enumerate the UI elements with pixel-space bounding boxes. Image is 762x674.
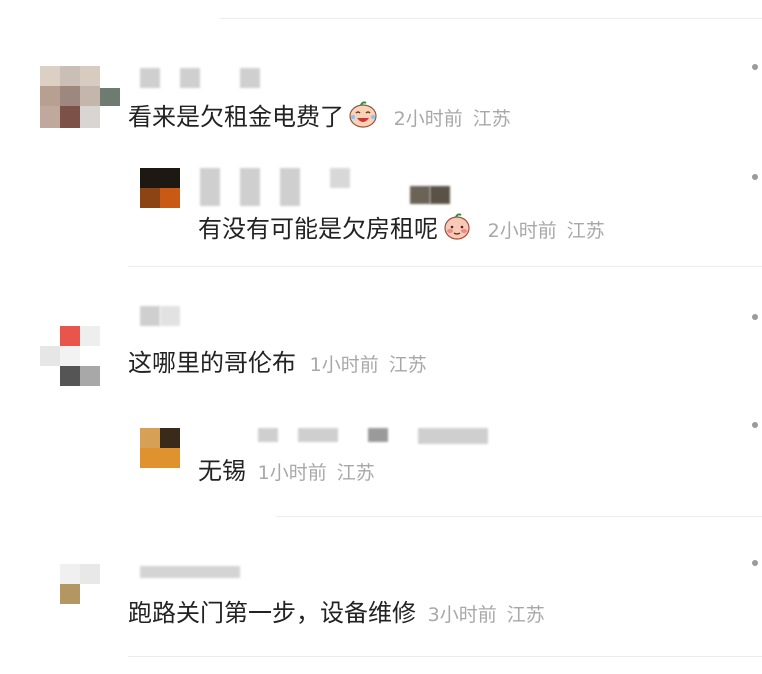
username-blurred[interactable] bbox=[140, 68, 270, 90]
reply-location: 江苏 bbox=[566, 220, 605, 242]
more-dots-icon[interactable] bbox=[752, 64, 758, 70]
comment-body: 跑路关门第一步，设备维修 3小时前 江苏 bbox=[128, 598, 555, 630]
comment-text: 跑路关门第一步，设备维修 bbox=[128, 599, 416, 627]
bottom-divider bbox=[128, 656, 762, 657]
avatar[interactable] bbox=[40, 66, 120, 130]
comment-text: 看来是欠租金电费了 bbox=[128, 103, 344, 131]
comment-location: 江苏 bbox=[506, 604, 545, 626]
reply-location: 江苏 bbox=[336, 462, 375, 484]
comment-location: 江苏 bbox=[472, 108, 511, 130]
comment-item: 这哪里的哥伦布 1小时前 江苏 无锡 1小时前 江苏 bbox=[0, 280, 762, 510]
comment-location: 江苏 bbox=[388, 354, 427, 376]
comment-divider bbox=[276, 516, 762, 517]
username-blurred[interactable] bbox=[200, 168, 460, 208]
username-blurred[interactable] bbox=[258, 428, 508, 450]
crying-laugh-emoji bbox=[349, 101, 377, 128]
more-dots-icon[interactable] bbox=[752, 560, 758, 566]
comment-body: 这哪里的哥伦布 1小时前 江苏 bbox=[128, 348, 437, 380]
reply-time: 1小时前 bbox=[257, 462, 327, 484]
reply-item: 有没有可能是欠房租呢 2小时前 江苏 bbox=[128, 160, 762, 270]
reply-text: 无锡 bbox=[198, 457, 246, 485]
avatar[interactable] bbox=[140, 168, 180, 208]
comment-time: 3小时前 bbox=[427, 604, 497, 626]
more-dots-icon[interactable] bbox=[752, 422, 758, 428]
comment-time: 2小时前 bbox=[393, 108, 463, 130]
reply-text: 有没有可能是欠房租呢 bbox=[198, 215, 438, 243]
more-dots-icon[interactable] bbox=[752, 174, 758, 180]
shy-face-emoji bbox=[444, 213, 470, 240]
reply-time: 2小时前 bbox=[487, 220, 557, 242]
username-blurred[interactable] bbox=[140, 566, 240, 580]
reply-body: 无锡 1小时前 江苏 bbox=[198, 456, 385, 488]
comment-item: 看来是欠租金电费了 2小时前 江苏 有没有可能是欠房租呢 2小时前 江苏 bbox=[0, 40, 762, 270]
username-blurred[interactable] bbox=[140, 306, 200, 346]
avatar[interactable] bbox=[140, 428, 180, 468]
top-divider bbox=[220, 18, 762, 19]
reply-body: 有没有可能是欠房租呢 2小时前 江苏 bbox=[198, 212, 615, 246]
reply-item: 无锡 1小时前 江苏 bbox=[128, 400, 762, 510]
avatar[interactable] bbox=[40, 564, 100, 604]
more-dots-icon[interactable] bbox=[752, 314, 758, 320]
avatar[interactable] bbox=[40, 326, 100, 388]
comment-divider bbox=[128, 266, 762, 267]
comment-text: 这哪里的哥伦布 bbox=[128, 349, 296, 377]
comment-time: 1小时前 bbox=[309, 354, 379, 376]
comment-item: 跑路关门第一步，设备维修 3小时前 江苏 bbox=[0, 530, 762, 660]
comment-body: 看来是欠租金电费了 2小时前 江苏 bbox=[128, 100, 521, 134]
